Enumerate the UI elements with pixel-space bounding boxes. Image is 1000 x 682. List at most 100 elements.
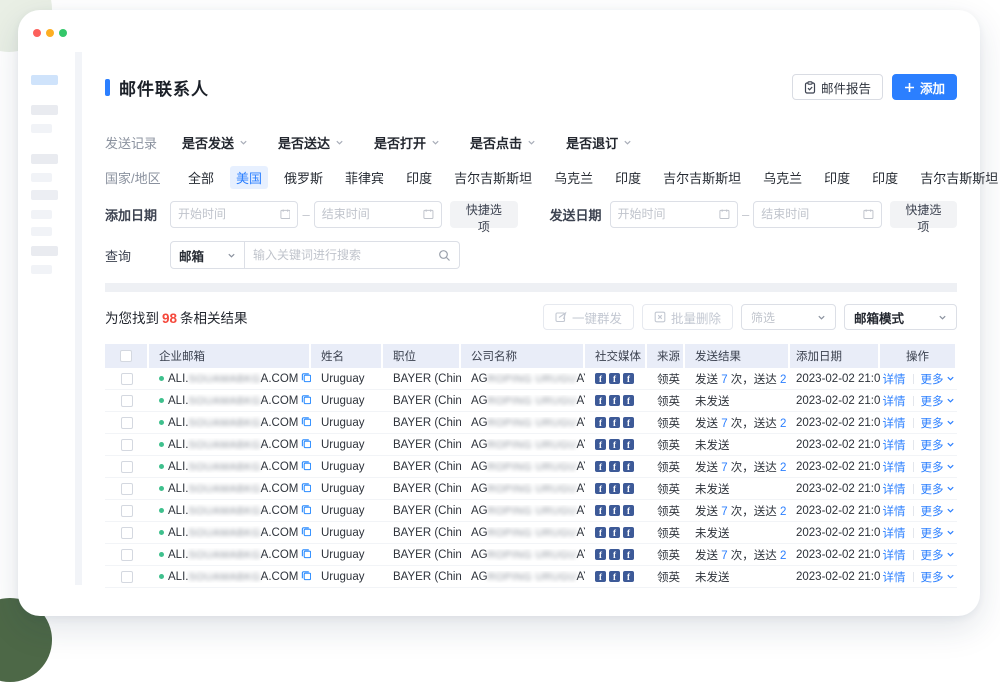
region-chip[interactable]: 吉尔吉斯斯坦 <box>914 166 1000 189</box>
send-date-start-field[interactable] <box>610 201 738 228</box>
filter-select[interactable]: 筛选 <box>741 304 836 330</box>
region-chip[interactable]: 乌克兰 <box>548 166 599 189</box>
mode-select[interactable]: 邮箱模式 <box>844 304 957 330</box>
sidebar-item-active[interactable] <box>31 75 58 85</box>
more-link[interactable]: 更多 <box>921 569 955 585</box>
facebook-icon[interactable]: f <box>623 527 634 538</box>
region-chip[interactable]: 俄罗斯 <box>278 166 329 189</box>
facebook-icon[interactable]: f <box>609 461 620 472</box>
email-report-button[interactable]: 邮件报告 <box>792 74 883 100</box>
maximize-window-icon[interactable] <box>59 29 67 37</box>
row-checkbox[interactable] <box>121 571 133 583</box>
close-window-icon[interactable] <box>33 29 41 37</box>
search-icon[interactable] <box>438 249 451 262</box>
facebook-icon[interactable]: f <box>609 439 620 450</box>
row-checkbox[interactable] <box>121 461 133 473</box>
sidebar-item[interactable] <box>31 190 58 200</box>
sidebar-item[interactable] <box>31 265 52 274</box>
region-chip[interactable]: 乌克兰 <box>757 166 808 189</box>
sidebar-item[interactable] <box>31 154 58 164</box>
region-chip[interactable]: 印度 <box>609 166 647 189</box>
send-date-quick-options-button[interactable]: 快捷选项 <box>890 201 957 228</box>
facebook-icon[interactable]: f <box>623 461 634 472</box>
add-date-start-input[interactable] <box>178 207 280 221</box>
facebook-icon[interactable]: f <box>623 571 634 582</box>
query-type-select[interactable]: 邮箱 <box>170 241 245 269</box>
detail-link[interactable]: 详情 <box>883 437 906 453</box>
add-date-start-field[interactable] <box>170 201 298 228</box>
facebook-icon[interactable]: f <box>609 373 620 384</box>
more-link[interactable]: 更多 <box>921 415 955 431</box>
copy-icon[interactable] <box>301 416 311 427</box>
detail-link[interactable]: 详情 <box>883 547 906 563</box>
facebook-icon[interactable]: f <box>595 439 606 450</box>
facebook-icon[interactable]: f <box>609 417 620 428</box>
detail-link[interactable]: 详情 <box>883 525 906 541</box>
detail-link[interactable]: 详情 <box>883 459 906 475</box>
region-chip[interactable]: 印度 <box>818 166 856 189</box>
facebook-icon[interactable]: f <box>623 505 634 516</box>
keyword-search-field[interactable] <box>245 241 460 269</box>
facebook-icon[interactable]: f <box>623 439 634 450</box>
copy-icon[interactable] <box>301 394 311 405</box>
sidebar-item[interactable] <box>31 227 52 236</box>
facebook-icon[interactable]: f <box>623 373 634 384</box>
facebook-icon[interactable]: f <box>595 373 606 384</box>
facebook-icon[interactable]: f <box>623 417 634 428</box>
copy-icon[interactable] <box>301 570 311 581</box>
copy-icon[interactable] <box>301 438 311 449</box>
facebook-icon[interactable]: f <box>595 505 606 516</box>
sidebar-item[interactable] <box>31 105 58 115</box>
row-checkbox[interactable] <box>121 417 133 429</box>
send-date-end-input[interactable] <box>761 207 863 221</box>
add-date-end-field[interactable] <box>314 201 442 228</box>
region-chip[interactable]: 印度 <box>400 166 438 189</box>
facebook-icon[interactable]: f <box>609 549 620 560</box>
more-link[interactable]: 更多 <box>921 459 955 475</box>
more-link[interactable]: 更多 <box>921 437 955 453</box>
facebook-icon[interactable]: f <box>595 549 606 560</box>
keyword-search-input[interactable] <box>253 248 438 262</box>
detail-link[interactable]: 详情 <box>883 503 906 519</box>
send-filter-dropdown[interactable]: 是否点击 <box>470 133 536 152</box>
facebook-icon[interactable]: f <box>623 395 634 406</box>
select-all-checkbox[interactable] <box>120 350 132 362</box>
row-checkbox[interactable] <box>121 483 133 495</box>
row-checkbox[interactable] <box>121 395 133 407</box>
copy-icon[interactable] <box>301 460 311 471</box>
more-link[interactable]: 更多 <box>921 525 955 541</box>
add-button[interactable]: 添加 <box>892 74 957 100</box>
send-filter-dropdown[interactable]: 是否打开 <box>374 133 440 152</box>
row-checkbox[interactable] <box>121 527 133 539</box>
facebook-icon[interactable]: f <box>595 483 606 494</box>
facebook-icon[interactable]: f <box>595 571 606 582</box>
facebook-icon[interactable]: f <box>609 527 620 538</box>
send-filter-dropdown[interactable]: 是否发送 <box>182 133 248 152</box>
bulk-delete-button[interactable]: 批量删除 <box>642 304 733 330</box>
copy-icon[interactable] <box>301 372 311 383</box>
sidebar-item[interactable] <box>31 246 58 256</box>
minimize-window-icon[interactable] <box>46 29 54 37</box>
add-date-end-input[interactable] <box>322 207 424 221</box>
facebook-icon[interactable]: f <box>595 461 606 472</box>
detail-link[interactable]: 详情 <box>883 569 906 585</box>
row-checkbox[interactable] <box>121 439 133 451</box>
detail-link[interactable]: 详情 <box>883 393 906 409</box>
region-chip[interactable]: 吉尔吉斯斯坦 <box>657 166 747 189</box>
more-link[interactable]: 更多 <box>921 393 955 409</box>
copy-icon[interactable] <box>301 526 311 537</box>
detail-link[interactable]: 详情 <box>883 371 906 387</box>
add-date-quick-options-button[interactable]: 快捷选项 <box>450 201 517 228</box>
row-checkbox[interactable] <box>121 549 133 561</box>
row-checkbox[interactable] <box>121 373 133 385</box>
row-checkbox[interactable] <box>121 505 133 517</box>
region-chip[interactable]: 菲律宾 <box>339 166 390 189</box>
region-chip[interactable]: 吉尔吉斯斯坦 <box>448 166 538 189</box>
sidebar-item[interactable] <box>31 173 52 182</box>
send-filter-dropdown[interactable]: 是否退订 <box>566 133 632 152</box>
detail-link[interactable]: 详情 <box>883 415 906 431</box>
more-link[interactable]: 更多 <box>921 371 955 387</box>
facebook-icon[interactable]: f <box>609 505 620 516</box>
facebook-icon[interactable]: f <box>623 483 634 494</box>
copy-icon[interactable] <box>301 482 311 493</box>
